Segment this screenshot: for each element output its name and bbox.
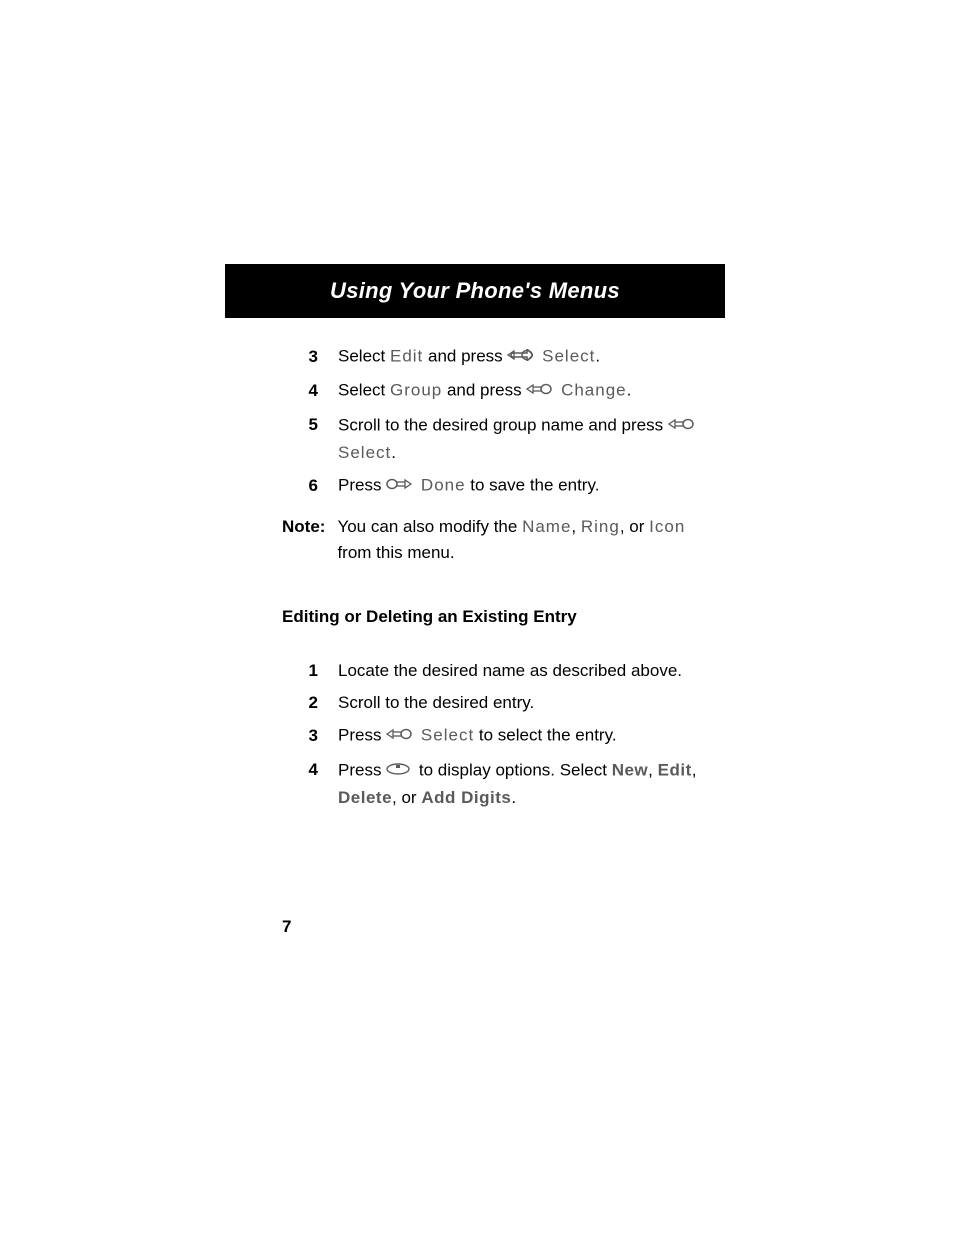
text: . <box>595 347 600 366</box>
step-number: 4 <box>282 378 318 404</box>
text: Select <box>338 347 390 366</box>
page-title-bar: Using Your Phone's Menus <box>225 264 725 318</box>
text: and press <box>423 347 507 366</box>
option-delete: Delete <box>338 788 392 807</box>
step-3: 3 Select Edit and press Select. <box>282 340 712 374</box>
option-add-digits: Add Digits <box>421 788 511 807</box>
step-body: Press Done to save the entry. <box>318 472 712 500</box>
text: and press <box>442 381 526 400</box>
estep-4: 4 Press to display options. Select New, … <box>282 754 712 815</box>
text: Scroll to the desired group name and pre… <box>338 415 668 434</box>
phone-label-name: Name <box>522 517 571 536</box>
step-body: Select Edit and press Select. <box>318 343 712 371</box>
text: , <box>571 517 580 536</box>
softkey-label-done: Done <box>421 476 466 495</box>
estep-1: 1 Locate the desired name as described a… <box>282 655 712 687</box>
right-softkey-icon <box>668 412 694 438</box>
step-body: Scroll to the desired entry. <box>318 690 712 716</box>
text: . <box>391 443 396 462</box>
page: Using Your Phone's Menus 3 Select Edit a… <box>0 0 954 1235</box>
text: . <box>511 788 516 807</box>
step-number: 3 <box>282 344 318 370</box>
estep-2: 2 Scroll to the desired entry. <box>282 687 712 719</box>
option-new: New <box>612 760 648 779</box>
phone-label-ring: Ring <box>581 517 620 536</box>
note-label: Note: <box>282 514 325 567</box>
page-title: Using Your Phone's Menus <box>330 278 620 304</box>
step-body: Select Group and press Change. <box>318 377 712 405</box>
softkey-label-change: Change <box>561 381 627 400</box>
page-number: 7 <box>282 917 291 937</box>
option-edit: Edit <box>658 760 692 779</box>
left-softkey-icon <box>386 472 412 498</box>
right-softkey-icon <box>526 377 552 403</box>
text: Locate the desired name as described abo… <box>338 661 682 680</box>
text: Select <box>338 381 390 400</box>
text: , <box>648 760 657 779</box>
phone-label-icon: Icon <box>649 517 685 536</box>
step-number: 5 <box>282 412 318 438</box>
text: Press <box>338 726 386 745</box>
estep-3: 3 Press Select to select the entry. <box>282 719 712 753</box>
text: from this menu. <box>337 543 454 562</box>
step-number: 6 <box>282 473 318 499</box>
step-body: Press Select to select the entry. <box>318 722 712 750</box>
step-5: 5 Scroll to the desired group name and p… <box>282 409 712 470</box>
text: Press <box>338 760 386 779</box>
text: , or <box>392 788 421 807</box>
step-6: 6 Press Done to save the entry. <box>282 469 712 503</box>
step-number: 3 <box>282 723 318 749</box>
text: , <box>692 760 697 779</box>
text: to select the entry. <box>474 726 616 745</box>
step-number: 2 <box>282 690 318 716</box>
step-4: 4 Select Group and press Change. <box>282 374 712 408</box>
text: , or <box>620 517 649 536</box>
step-body: Scroll to the desired group name and pre… <box>318 412 712 467</box>
page-content: 3 Select Edit and press Select. 4 Select… <box>282 340 712 814</box>
text: . <box>627 381 632 400</box>
softkey-label-select: Select <box>338 443 391 462</box>
softkey-label-select: Select <box>421 726 474 745</box>
menu-key-icon <box>386 757 410 783</box>
note: Note: You can also modify the Name, Ring… <box>282 504 712 567</box>
step-number: 4 <box>282 757 318 783</box>
section-heading: Editing or Deleting an Existing Entry <box>282 604 712 630</box>
phone-label-edit: Edit <box>390 347 423 366</box>
softkey-label-select: Select <box>542 347 595 366</box>
right-softkey-icon <box>386 722 412 748</box>
text: Scroll to the desired entry. <box>338 693 534 712</box>
step-body: Locate the desired name as described abo… <box>318 658 712 684</box>
step-number: 1 <box>282 658 318 684</box>
step-body: Press to display options. Select New, Ed… <box>318 757 712 812</box>
text: You can also modify the <box>337 517 522 536</box>
text: to save the entry. <box>466 476 600 495</box>
note-body: You can also modify the Name, Ring, or I… <box>325 514 712 567</box>
right-softkey-icon <box>507 343 533 369</box>
phone-label-group: Group <box>390 381 442 400</box>
text: Press <box>338 476 386 495</box>
text: to display options. Select <box>414 760 612 779</box>
